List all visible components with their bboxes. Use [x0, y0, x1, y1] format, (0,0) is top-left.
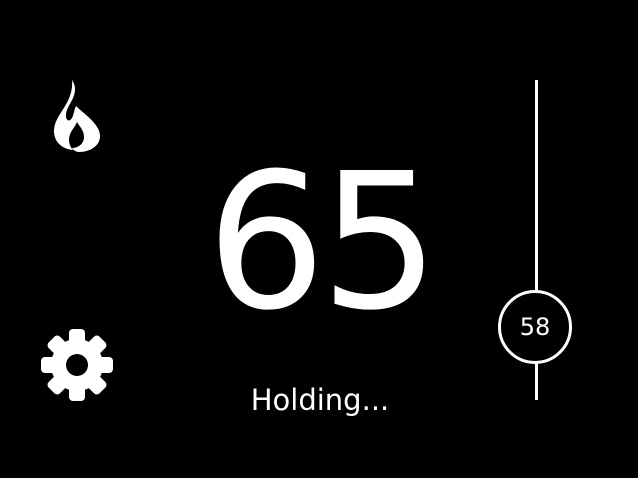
gear-icon	[41, 329, 113, 401]
settings-button[interactable]	[40, 328, 114, 402]
setpoint-slider-knob[interactable]: 58	[498, 290, 572, 364]
status-text: Holding...	[250, 383, 390, 417]
setpoint-value: 58	[519, 313, 551, 341]
flame-icon	[54, 80, 100, 152]
thermostat-screen: 65 Holding... 58	[0, 0, 638, 478]
current-temperature: 65	[206, 133, 439, 352]
heat-mode-button[interactable]	[50, 78, 104, 152]
